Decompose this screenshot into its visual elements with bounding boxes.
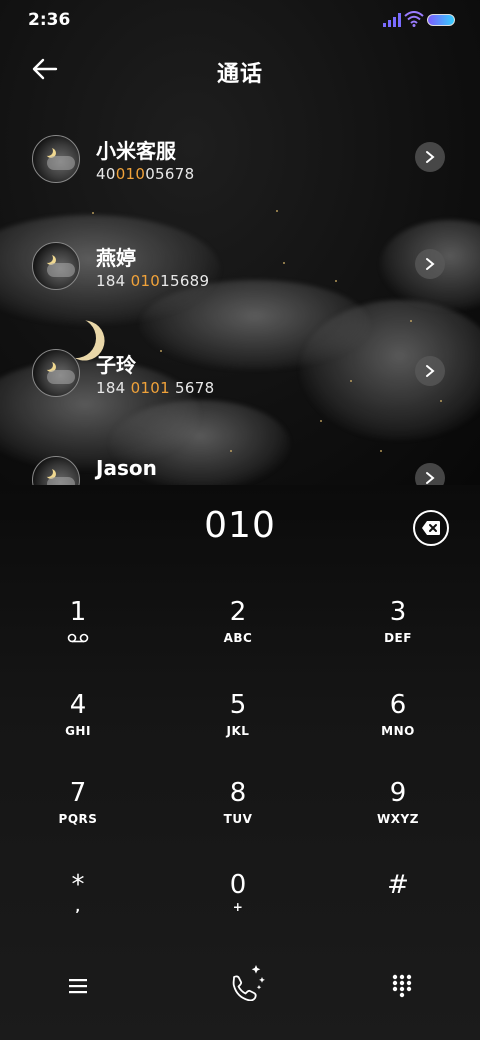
chevron-right-icon[interactable] (415, 142, 445, 172)
battery-icon (427, 14, 455, 26)
key-5[interactable]: 5 JKL (173, 690, 303, 766)
status-time: 2:36 (28, 10, 71, 30)
contact-name: 小米客服 (96, 139, 176, 163)
dialpad-icon[interactable] (392, 974, 412, 998)
key-3[interactable]: 3 DEF (333, 597, 463, 673)
key-1[interactable]: 1 (13, 597, 143, 673)
page-title: 通话 (216, 62, 263, 87)
contact-name: 子玲 (96, 353, 136, 377)
contact-number: 184 0101 5678 (96, 379, 215, 397)
chevron-right-icon[interactable] (415, 356, 445, 386)
key-8[interactable]: 8 TUV (173, 778, 303, 854)
avatar (32, 242, 80, 290)
chevron-right-icon[interactable] (415, 249, 445, 279)
chevron-right-icon[interactable] (415, 463, 445, 485)
contact-item[interactable]: 小米客服 4001005678 (0, 135, 480, 215)
avatar (32, 456, 80, 485)
contact-number: 184 01015689 (96, 272, 210, 290)
avatar (32, 135, 80, 183)
key-7[interactable]: 7 PQRS (13, 778, 143, 854)
call-icon[interactable] (226, 963, 268, 1001)
backspace-icon[interactable] (413, 510, 449, 546)
dialed-number: 010 (204, 505, 276, 546)
contact-item[interactable]: Jason (0, 456, 480, 485)
key-hash[interactable]: # (333, 870, 463, 946)
contact-name: Jason (96, 456, 157, 480)
contact-item[interactable]: 燕婷 184 01015689 (0, 242, 480, 322)
key-4[interactable]: 4 GHI (13, 690, 143, 766)
key-star[interactable]: * , (13, 870, 143, 946)
contact-name: 燕婷 (96, 246, 136, 270)
wifi-icon (404, 11, 424, 27)
menu-icon[interactable] (68, 977, 88, 995)
key-2[interactable]: 2 ABC (173, 597, 303, 673)
avatar (32, 349, 80, 397)
key-9[interactable]: 9 WXYZ (333, 778, 463, 854)
status-bar: 2:36 (0, 0, 480, 40)
header: 通话 (0, 48, 480, 92)
contact-item[interactable]: 子玲 184 0101 5678 (0, 349, 480, 429)
key-6[interactable]: 6 MNO (333, 690, 463, 766)
key-0[interactable]: 0 + (173, 870, 303, 946)
signal-icon (383, 13, 401, 27)
voicemail-icon (67, 633, 89, 643)
contact-number: 4001005678 (96, 165, 195, 183)
